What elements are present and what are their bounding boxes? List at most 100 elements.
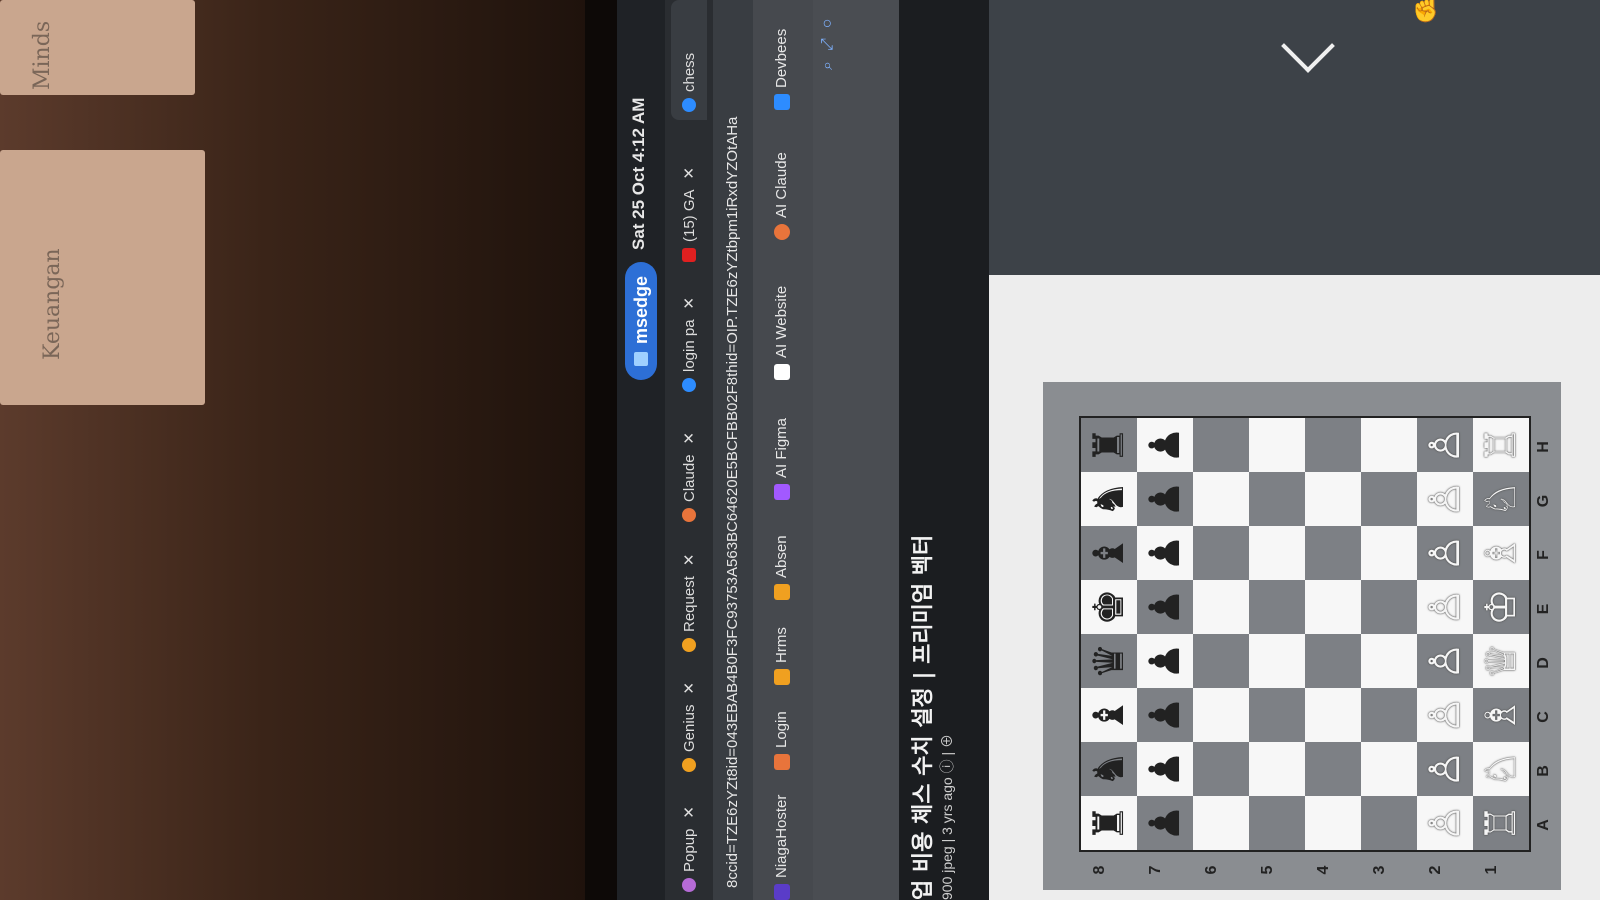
chess-piece: ♟ (1140, 534, 1189, 572)
active-app-indicator[interactable]: msedge (625, 261, 657, 380)
close-icon[interactable]: ✕ (680, 806, 698, 819)
board-square (1193, 472, 1249, 526)
chess-piece: ♔ (1476, 588, 1525, 626)
sticky-note-text: Keuangan (40, 248, 65, 360)
board-square (1193, 526, 1249, 580)
board-square (1361, 688, 1417, 742)
sticky-note (0, 150, 205, 405)
bookmark-favicon-icon (773, 754, 790, 770)
close-icon[interactable]: ✕ (680, 432, 698, 445)
board-square: ♟ (1137, 472, 1193, 526)
tab-favicon-icon (682, 98, 696, 112)
board-square: ♙ (1417, 526, 1473, 580)
board-square: ♟ (1137, 796, 1193, 850)
board-square (1305, 472, 1361, 526)
close-icon[interactable]: ✕ (680, 297, 698, 310)
board-square (1305, 580, 1361, 634)
bookmark-label: Login (773, 711, 790, 748)
board-square (1305, 688, 1361, 742)
board-square (1249, 796, 1305, 850)
board-square: ♝ (1081, 688, 1137, 742)
board-square: ♕ (1473, 634, 1529, 688)
file-label: D (1535, 657, 1552, 669)
page-toolbar: ⌕⤢○ (813, 0, 899, 900)
close-icon[interactable]: ✕ (680, 682, 698, 695)
board-square: ♘ (1473, 472, 1529, 526)
board-square: ♟ (1137, 418, 1193, 472)
chess-piece: ♕ (1476, 642, 1525, 680)
tab-label: chess (680, 52, 698, 92)
board-square (1193, 688, 1249, 742)
bookmark-label: AI Website (773, 285, 790, 358)
address-bar[interactable]: 8ccid=TZE6zYZt8id=043EBAB4B0F3FC93753A56… (713, 0, 753, 900)
browser-tab[interactable]: Request ✕ (671, 530, 707, 660)
board-square (1249, 742, 1305, 796)
browser-tab[interactable]: (15) GA ✕ (671, 120, 707, 270)
zoom-out-icon[interactable]: ○ (819, 9, 836, 29)
bookmark-item[interactable]: AI Claude (773, 152, 790, 240)
board-square (1361, 580, 1417, 634)
app-icon (634, 352, 648, 366)
close-icon[interactable]: ✕ (680, 554, 698, 567)
board-square (1361, 796, 1417, 850)
figma-icon (773, 484, 790, 500)
chess-piece: ♙ (1420, 480, 1469, 518)
file-label: F (1535, 550, 1552, 560)
rank-label: 6 (1203, 865, 1220, 875)
board-square: ♘ (1473, 742, 1529, 796)
board-square (1193, 634, 1249, 688)
board-square (1361, 526, 1417, 580)
clock[interactable]: Sat 25 Oct 4:12 AM (629, 98, 649, 250)
info-icon[interactable]: ⓘ | ⊕ (939, 734, 955, 773)
chess-piece: ♟ (1140, 750, 1189, 788)
bookmark-item[interactable]: NiagaHoster (773, 795, 790, 900)
rank-label: 8 (1091, 865, 1108, 875)
bookmarks-bar: NiagaHoster Login Hrms Absen AI Figma AI… (753, 0, 813, 900)
chevron-up-icon[interactable] (1281, 19, 1335, 73)
board-square (1193, 418, 1249, 472)
rank-label: 2 (1427, 865, 1444, 875)
image-meta-text: 900 jpeg | 3 yrs ago (939, 777, 955, 900)
view-controls[interactable]: ⌕⤢○ (819, 9, 837, 70)
tab-label: Popup (680, 828, 698, 872)
board-square: ♚ (1081, 580, 1137, 634)
bookmark-item[interactable]: AI Website (773, 286, 790, 380)
browser-tab[interactable]: Genius ✕ (671, 660, 707, 780)
image-canvas: 8 7 6 5 4 3 2 1 ♜ ♞ ♝ ♛ ♚ ♝ ♞ ♜ ♟ ♟ ♟ ♟ ♟ ♟ ♟ ♟ ♙ ♙ ♙ ♙ ♙ ♙ ♙ ♙… (989, 275, 1600, 900)
bookmark-item[interactable]: Hrms (773, 627, 790, 685)
image-meta: 900 jpeg | 3 yrs ago ⓘ | ⊕ (937, 734, 957, 900)
chess-piece: ♖ (1476, 804, 1525, 842)
chess-piece: ♗ (1476, 696, 1525, 734)
board-square (1305, 418, 1361, 472)
file-label: B (1535, 765, 1552, 777)
file-label: H (1535, 441, 1552, 453)
browser-tab-active[interactable]: chess (671, 0, 707, 120)
bookmark-favicon-icon (773, 584, 790, 600)
tab-favicon-icon (682, 508, 696, 522)
browser-tab[interactable]: Claude ✕ (671, 400, 707, 530)
chess-piece: ♟ (1140, 804, 1189, 842)
board-square: ♞ (1081, 472, 1137, 526)
browser-tab[interactable]: login pa ✕ (671, 270, 707, 400)
page-title: 업 비용 체스 수치 설정 | 프리미엄 벡터 (911, 534, 936, 900)
board-square (1249, 526, 1305, 580)
bookmark-item[interactable]: Absen (773, 535, 790, 600)
bookmark-favicon-icon (773, 94, 790, 110)
board-square: ♙ (1417, 742, 1473, 796)
image-viewer: 8 7 6 5 4 3 2 1 ♜ ♞ ♝ ♛ ♚ ♝ ♞ ♜ ♟ ♟ ♟ ♟ ♟ ♟ ♟ ♟ ♙ ♙ ♙ ♙ ♙ ♙ ♙ ♙… (989, 0, 1600, 900)
bookmark-item[interactable]: Devbees (773, 29, 790, 110)
browser-tab[interactable]: Popup ✕ (671, 780, 707, 900)
chess-piece: ♞ (1084, 750, 1133, 788)
bookmark-item[interactable]: Login (773, 711, 790, 770)
board-square (1305, 634, 1361, 688)
board-square (1249, 580, 1305, 634)
zoom-icon[interactable]: ⌕ (819, 51, 836, 70)
board-square: ♟ (1137, 526, 1193, 580)
expand-icon[interactable]: ⤢ (819, 28, 836, 51)
close-icon[interactable]: ✕ (680, 167, 698, 180)
bookmark-item[interactable]: AI Figma (773, 418, 790, 500)
tab-label: login pa (680, 319, 698, 372)
board-square: ♗ (1473, 688, 1529, 742)
room-wall (0, 0, 590, 900)
chess-piece: ♘ (1476, 480, 1525, 518)
